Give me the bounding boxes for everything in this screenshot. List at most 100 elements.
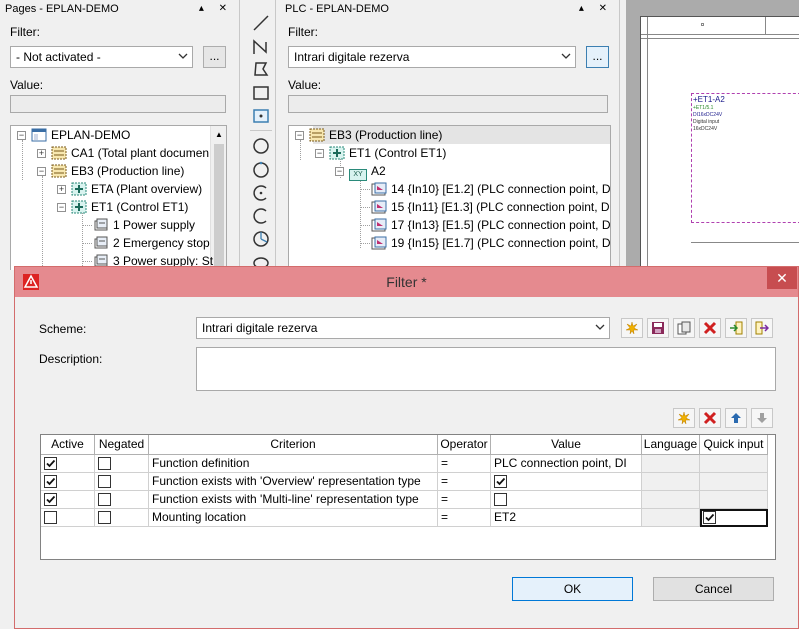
tree-node-et1[interactable]: ET1 (Control ET1): [71, 198, 188, 216]
cell-active[interactable]: [41, 509, 95, 527]
cell-quick-input[interactable]: [700, 509, 768, 527]
delete-scheme-button[interactable]: [699, 318, 721, 338]
active-checkbox[interactable]: [44, 475, 57, 488]
export-scheme-button[interactable]: [751, 318, 773, 338]
rectangle-tool-icon[interactable]: [252, 84, 270, 102]
col-header-operator[interactable]: Operator: [438, 435, 491, 455]
cell-criterion[interactable]: Function exists with 'Overview' represen…: [149, 473, 438, 491]
plc-tree-node-et1[interactable]: ET1 (Control ET1): [329, 144, 446, 162]
close-icon[interactable]: ✕: [767, 267, 797, 289]
polygon-tool-icon[interactable]: [252, 60, 270, 78]
scheme-combo[interactable]: Intrari digitale rezerva: [196, 317, 610, 339]
tree-node-page-1[interactable]: 1 Power supply: [93, 216, 195, 234]
dialog-title-bar[interactable]: Filter * ✕: [15, 267, 798, 297]
ok-button[interactable]: OK: [512, 577, 633, 601]
cell-criterion[interactable]: Function exists with 'Multi-line' repres…: [149, 491, 438, 509]
pages-filter-combo[interactable]: - Not activated -: [10, 46, 193, 68]
circle-tool-icon[interactable]: [252, 137, 270, 155]
quick-input-checkbox[interactable]: [703, 511, 716, 524]
sector-tool-icon[interactable]: [252, 230, 270, 248]
new-scheme-button[interactable]: [621, 318, 643, 338]
tree-node-ca1[interactable]: CA1 (Total plant documen: [51, 144, 209, 162]
pages-tree[interactable]: ▲ − EPLAN-DEMO + CA1 (Total plant docume…: [10, 125, 227, 270]
cell-operator[interactable]: =: [438, 455, 491, 473]
cell-criterion[interactable]: Function definition: [149, 455, 438, 473]
pages-tree-scrollbar[interactable]: ▲: [210, 126, 226, 270]
scroll-up-icon[interactable]: ▲: [215, 130, 223, 139]
rectangle-center-tool-icon[interactable]: [252, 107, 270, 125]
save-scheme-button[interactable]: [647, 318, 669, 338]
cell-value[interactable]: [491, 491, 642, 509]
tree-expander[interactable]: +: [37, 149, 46, 158]
pages-value-field[interactable]: [10, 95, 226, 113]
plc-filter-dots-button[interactable]: ...: [586, 46, 609, 68]
panel-pin-close-icons[interactable]: ▴ ✕: [199, 3, 233, 14]
cell-negated[interactable]: [95, 491, 149, 509]
tree-expander[interactable]: −: [57, 203, 66, 212]
move-up-button[interactable]: [725, 408, 747, 428]
negated-checkbox[interactable]: [98, 457, 111, 470]
tree-node-project[interactable]: EPLAN-DEMO: [31, 126, 130, 144]
panel-pin-close-icons[interactable]: ▴ ✕: [579, 3, 613, 14]
cell-negated[interactable]: [95, 473, 149, 491]
pages-filter-dots-button[interactable]: ...: [203, 46, 226, 68]
plc-tree-node-a2[interactable]: XY A2: [349, 162, 386, 181]
col-header-value[interactable]: Value: [491, 435, 642, 455]
tree-node-eb3[interactable]: EB3 (Production line): [51, 162, 184, 180]
delete-row-button[interactable]: [699, 408, 721, 428]
tree-expander[interactable]: +: [57, 185, 66, 194]
col-header-criterion[interactable]: Criterion: [149, 435, 438, 455]
negated-checkbox[interactable]: [98, 475, 111, 488]
cell-value[interactable]: [491, 473, 642, 491]
tree-node-page-2[interactable]: 2 Emergency stop: [93, 234, 210, 252]
polyline-tool-icon[interactable]: [252, 38, 270, 56]
cancel-button[interactable]: Cancel: [653, 577, 774, 601]
negated-checkbox[interactable]: [98, 511, 111, 524]
plc-tree-node-point[interactable]: 17 {In13} [E1.5] (PLC connection point, …: [371, 216, 610, 234]
new-row-button[interactable]: [673, 408, 695, 428]
cell-active[interactable]: [41, 473, 95, 491]
tree-expander[interactable]: −: [315, 149, 324, 158]
description-field[interactable]: [196, 347, 776, 391]
plc-tree-node-point[interactable]: 15 {In11} [E1.3] (PLC connection point, …: [371, 198, 610, 216]
cell-value[interactable]: ET2: [491, 509, 642, 527]
active-checkbox[interactable]: [44, 493, 57, 506]
schematic-canvas[interactable]: +ET1-A2 +ET1/5.1 DI16xDC24V Digital inpu…: [626, 0, 799, 271]
circle-3pt-tool-icon[interactable]: [252, 161, 270, 179]
line-tool-icon[interactable]: [252, 14, 270, 32]
tree-expander[interactable]: −: [295, 131, 304, 140]
criteria-grid[interactable]: Active Negated Criterion Operator Value …: [40, 434, 776, 560]
value-checkbox[interactable]: [494, 475, 507, 488]
active-checkbox[interactable]: [44, 457, 57, 470]
cell-operator[interactable]: =: [438, 509, 491, 527]
tree-node-eta[interactable]: ETA (Plant overview): [71, 180, 202, 198]
cell-active[interactable]: [41, 455, 95, 473]
move-down-button[interactable]: [751, 408, 773, 428]
tree-expander[interactable]: −: [335, 167, 344, 176]
arc-3pt-tool-icon[interactable]: [252, 207, 270, 225]
plc-tree-node-point[interactable]: 19 {In15} [E1.7] (PLC connection point, …: [371, 234, 610, 252]
plc-filter-combo[interactable]: Intrari digitale rezerva: [288, 46, 576, 68]
active-checkbox[interactable]: [44, 511, 57, 524]
plc-tree[interactable]: − EB3 (Production line) − ET1 (Control E…: [288, 125, 611, 270]
col-header-quick-input[interactable]: Quick input: [700, 435, 768, 455]
scroll-thumb[interactable]: [214, 144, 224, 270]
value-checkbox[interactable]: [494, 493, 507, 506]
cell-negated[interactable]: [95, 509, 149, 527]
cell-value[interactable]: PLC connection point, DI: [491, 455, 642, 473]
copy-scheme-button[interactable]: [673, 318, 695, 338]
cell-operator[interactable]: =: [438, 491, 491, 509]
col-header-negated[interactable]: Negated: [95, 435, 149, 455]
plc-tree-node-point[interactable]: 14 {In10} [E1.2] (PLC connection point, …: [371, 180, 610, 198]
cell-active[interactable]: [41, 491, 95, 509]
col-header-language[interactable]: Language: [642, 435, 700, 455]
col-header-active[interactable]: Active: [41, 435, 95, 455]
cell-criterion[interactable]: Mounting location: [149, 509, 438, 527]
negated-checkbox[interactable]: [98, 493, 111, 506]
arc-tool-icon[interactable]: [252, 184, 270, 202]
cell-negated[interactable]: [95, 455, 149, 473]
tree-expander[interactable]: −: [37, 167, 46, 176]
tree-expander[interactable]: −: [17, 131, 26, 140]
import-scheme-button[interactable]: [725, 318, 747, 338]
cell-operator[interactable]: =: [438, 473, 491, 491]
